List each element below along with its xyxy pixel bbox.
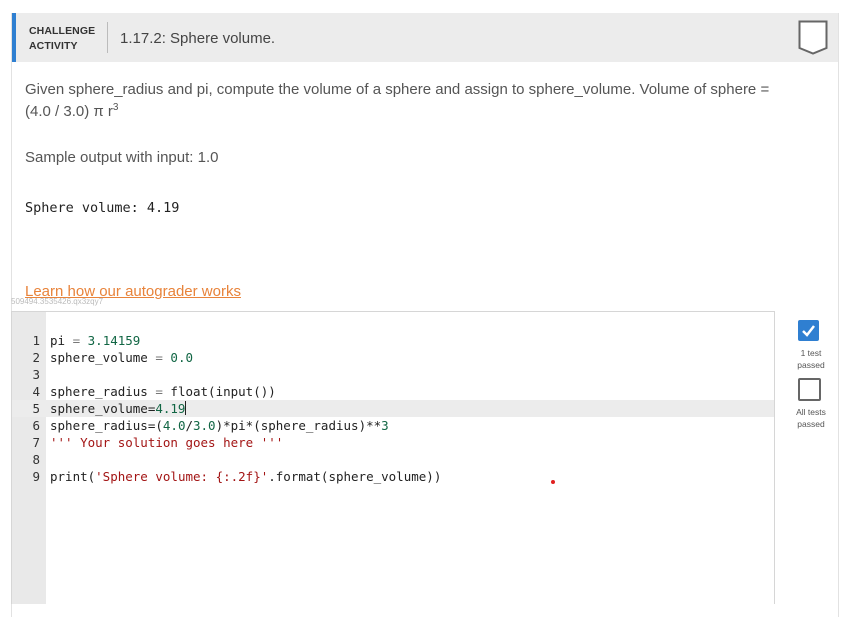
code-text[interactable]: sphere_volume=4.19	[50, 400, 187, 417]
line-number: 1	[32, 333, 40, 348]
code-line[interactable]: 6 sphere_radius=(4.0/3.0)*pi*(sphere_radi…	[12, 417, 774, 434]
line-number: 2	[32, 350, 40, 365]
cursor-marker	[551, 480, 555, 484]
code-line[interactable]: 5 sphere_volume=4.19	[12, 400, 774, 417]
code-text[interactable]: sphere_radius = float(input())	[50, 383, 276, 400]
header-divider	[107, 22, 108, 53]
checkmark-icon	[798, 320, 819, 341]
code-line[interactable]: 4 sphere_radius = float(input())	[12, 383, 774, 400]
activity-id: 509494.3535426.qx3zqy7	[11, 297, 104, 306]
code-text[interactable]: sphere_volume = 0.0	[50, 349, 193, 366]
line-number: 9	[32, 469, 40, 484]
text-cursor	[185, 401, 187, 415]
code-text[interactable]: ''' Your solution goes here '''	[50, 434, 283, 451]
code-line[interactable]: 1 pi = 3.14159	[12, 332, 774, 349]
line-number: 8	[32, 452, 40, 467]
test1-status: 1 test passed	[797, 348, 825, 370]
code-line[interactable]: 8	[12, 451, 774, 468]
code-text[interactable]: sphere_radius=(4.0/3.0)*pi*(sphere_radiu…	[50, 417, 389, 434]
line-number: 7	[32, 435, 40, 450]
sample-output: Sphere volume: 4.19	[25, 200, 180, 216]
empty-checkbox-icon	[798, 378, 821, 401]
code-editor[interactable]: 1 pi = 3.14159 2 sphere_volume = 0.0 3 4 spher…	[11, 311, 775, 604]
sample-output-label: Sample output with input: 1.0	[25, 149, 219, 166]
problem-statement: Given sphere_radius and pi, compute the …	[25, 81, 770, 120]
all-tests-status: All tests passed	[796, 407, 826, 429]
code-line[interactable]: 3	[12, 366, 774, 383]
challenge-activity-badge: CHALLENGE ACTIVITY	[29, 25, 96, 52]
code-line[interactable]: 9 print('Sphere volume: {:.2f}'.format(sp…	[12, 468, 774, 485]
line-number: 6	[32, 418, 40, 433]
code-text[interactable]: print('Sphere volume: {:.2f}'.format(sph…	[50, 468, 441, 485]
line-number: 3	[32, 367, 40, 382]
code-line[interactable]: 7 ''' Your solution goes here '''	[12, 434, 774, 451]
activity-title: 1.17.2: Sphere volume.	[120, 30, 276, 47]
code-text[interactable]: pi = 3.14159	[50, 332, 140, 349]
line-number: 4	[32, 384, 40, 399]
activity-header: CHALLENGE ACTIVITY 1.17.2: Sphere volume…	[12, 13, 838, 62]
line-number: 5	[32, 401, 40, 416]
completion-badge-icon	[798, 20, 828, 55]
code-line[interactable]: 2 sphere_volume = 0.0	[12, 349, 774, 366]
